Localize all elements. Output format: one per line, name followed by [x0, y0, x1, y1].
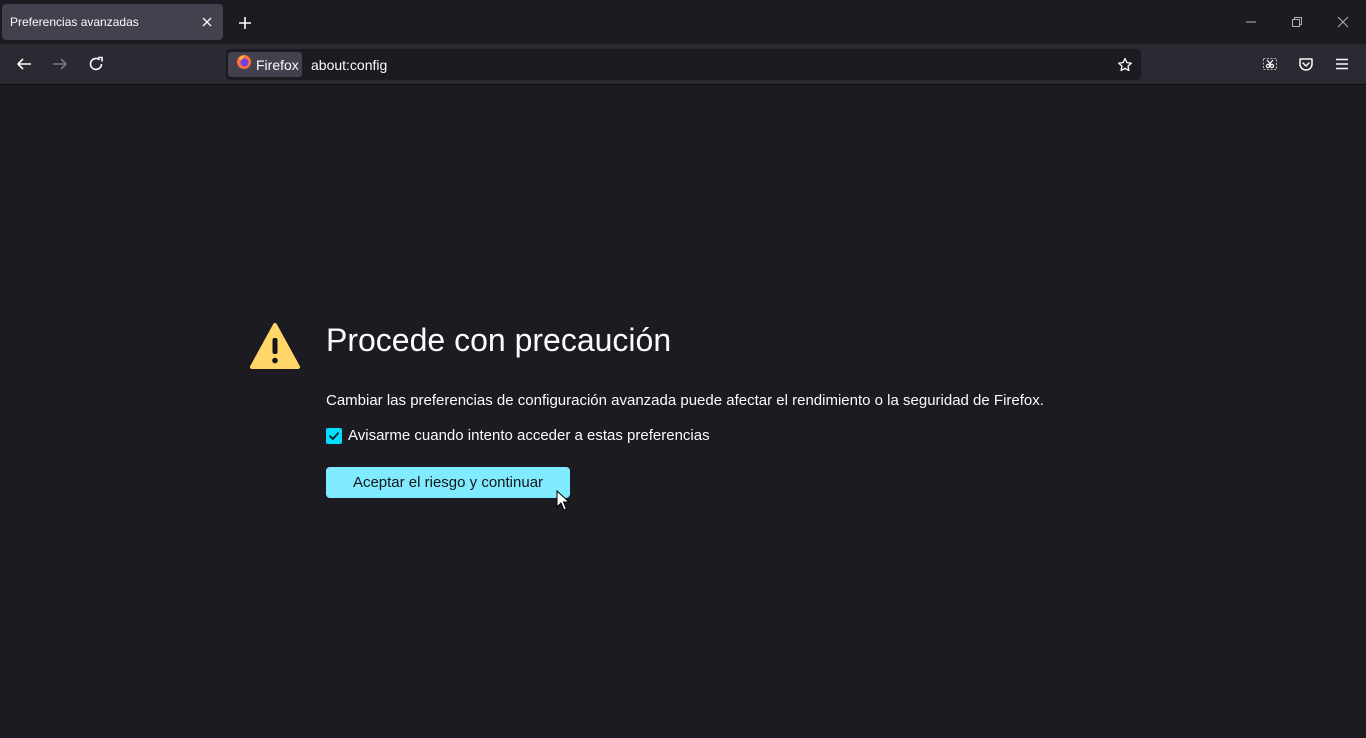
mouse-pointer-icon: [556, 489, 571, 512]
warning-triangle-icon: [249, 322, 301, 371]
new-tab-plus-icon[interactable]: [233, 11, 257, 35]
checkbox-label[interactable]: Avisarme cuando intento acceder a estas …: [348, 427, 710, 444]
close-window-icon[interactable]: [1328, 8, 1358, 36]
checkbox-checked-icon[interactable]: [326, 427, 342, 444]
tab-preferencias-avanzadas[interactable]: Preferencias avanzadas: [2, 4, 223, 40]
page-title: Procede con precaución: [326, 322, 672, 358]
restore-icon[interactable]: [1282, 8, 1312, 36]
warning-checkbox-row[interactable]: Avisarme cuando intento acceder a estas …: [326, 427, 710, 444]
accept-risk-button[interactable]: Aceptar el riesgo y continuar: [326, 467, 570, 498]
hamburger-menu-icon[interactable]: [1329, 51, 1355, 77]
screenshot-icon[interactable]: [1257, 51, 1283, 77]
minimize-icon[interactable]: [1236, 8, 1266, 36]
tab-title: Preferencias avanzadas: [10, 15, 139, 29]
warning-description: Cambiar las preferencias de configuració…: [326, 392, 1044, 409]
url-bar[interactable]: Firefox about:config: [226, 49, 1141, 80]
close-tab-icon[interactable]: [197, 12, 217, 32]
tab-strip: Preferencias avanzadas: [0, 0, 1366, 44]
url-text[interactable]: about:config: [311, 57, 387, 73]
identity-box[interactable]: Firefox: [228, 52, 302, 77]
navigation-toolbar: Firefox about:config: [0, 44, 1366, 85]
reload-icon[interactable]: [83, 51, 109, 77]
firefox-logo-icon: [236, 54, 252, 75]
identity-label: Firefox: [256, 56, 299, 73]
forward-arrow-icon[interactable]: [47, 51, 73, 77]
bookmark-star-icon[interactable]: [1115, 55, 1135, 75]
back-arrow-icon[interactable]: [11, 51, 37, 77]
pocket-icon[interactable]: [1293, 51, 1319, 77]
